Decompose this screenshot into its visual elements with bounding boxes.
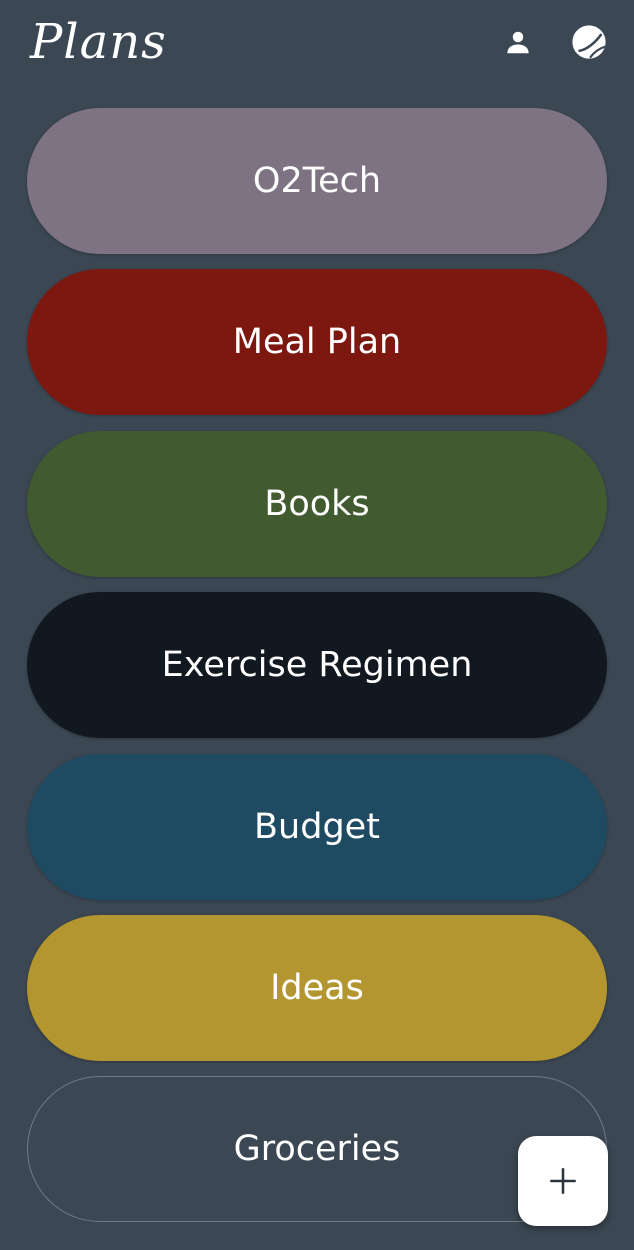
- plan-card-meal-plan[interactable]: Meal Plan: [27, 269, 607, 416]
- header: Plans: [0, 0, 634, 90]
- plan-label: Groceries: [233, 1129, 401, 1170]
- theme-toggle-icon: [572, 25, 606, 59]
- plan-card-exercise-regimen[interactable]: Exercise Regimen: [27, 592, 607, 739]
- plan-label: Books: [264, 483, 370, 524]
- plan-label: O2Tech: [252, 161, 382, 201]
- plan-label: Exercise Regimen: [161, 645, 473, 686]
- app-root: Plans O2Tech Meal Plan Books Exercise Re…: [0, 0, 634, 1250]
- plan-label: Meal Plan: [232, 322, 402, 363]
- plan-label: Ideas: [270, 967, 364, 1008]
- plus-icon: [550, 1168, 576, 1194]
- plans-list: O2Tech Meal Plan Books Exercise Regimen …: [27, 108, 607, 1238]
- plan-card-ideas[interactable]: Ideas: [27, 914, 607, 1061]
- theme-toggle-button[interactable]: [567, 20, 611, 64]
- person-icon: [507, 31, 529, 54]
- add-plan-button[interactable]: [518, 1136, 608, 1226]
- plan-card-books[interactable]: Books: [27, 430, 607, 577]
- plan-card-budget[interactable]: Budget: [27, 753, 607, 900]
- profile-button[interactable]: [496, 20, 540, 64]
- plan-card-o2tech[interactable]: O2Tech: [27, 108, 607, 254]
- plan-label: Budget: [254, 806, 380, 847]
- page-title: Plans: [30, 14, 167, 70]
